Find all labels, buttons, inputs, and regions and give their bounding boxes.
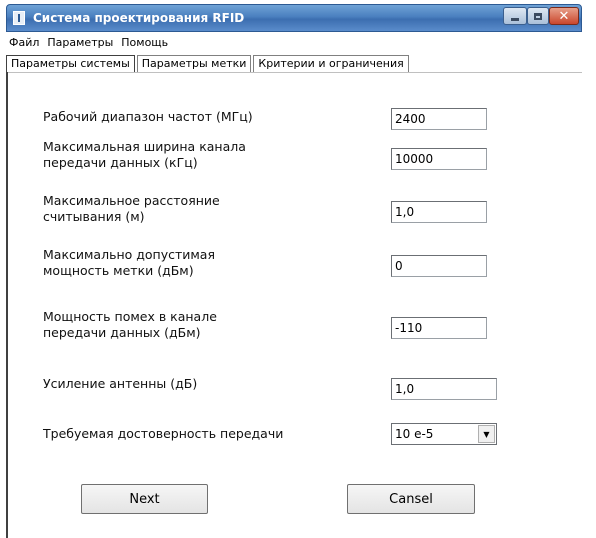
antenna-gain-input[interactable]: 1,0 [391, 378, 497, 400]
chevron-down-icon[interactable]: ▼ [478, 425, 495, 443]
tab-system-parameters[interactable]: Параметры системы [6, 55, 135, 72]
menu-help[interactable]: Помощь [120, 36, 169, 52]
panel-edge [6, 72, 8, 538]
tab-tag-parameters[interactable]: Параметры метки [136, 55, 252, 72]
transmission-reliability-value: 10 e-5 [395, 427, 434, 441]
label-noise-power: Мощность помех в канале передачи данных … [43, 309, 217, 340]
label-channel-bandwidth: Максимальная ширина канала передачи данн… [43, 139, 246, 170]
minimize-icon [511, 17, 519, 21]
read-distance-input[interactable]: 1,0 [391, 201, 487, 223]
maximize-button[interactable] [527, 7, 549, 25]
next-button[interactable]: Next [81, 484, 208, 514]
maximize-icon [534, 12, 542, 20]
title-bar[interactable]: Система проектирования RFID ✕ [6, 4, 582, 32]
close-button[interactable]: ✕ [549, 7, 579, 25]
noise-power-input[interactable]: -110 [391, 317, 487, 339]
transmission-reliability-select[interactable]: 10 e-5 ▼ [391, 423, 497, 445]
menu-bar: Файл Параметры Помощь [6, 36, 169, 52]
menu-file[interactable]: Файл [8, 36, 40, 52]
cancel-button[interactable]: Cansel [347, 484, 475, 514]
close-icon: ✕ [558, 8, 570, 24]
tab-divider [6, 72, 582, 73]
label-transmission-reliability: Требуемая достоверность передачи [43, 426, 284, 441]
frequency-range-input[interactable]: 2400 [391, 108, 487, 130]
label-antenna-gain: Усиление антенны (дБ) [43, 376, 198, 391]
label-frequency-range: Рабочий диапазон частот (МГц) [43, 109, 253, 124]
channel-bandwidth-input[interactable]: 10000 [391, 148, 487, 170]
tab-criteria-constraints[interactable]: Критерии и ограничения [253, 55, 409, 72]
tab-strip: Параметры системы Параметры метки Критер… [6, 55, 411, 73]
tag-power-input[interactable]: 0 [391, 255, 487, 277]
label-tag-power: Максимально допустимая мощность метки (д… [43, 247, 215, 278]
app-icon [13, 11, 25, 25]
minimize-button[interactable] [503, 7, 527, 25]
label-read-distance: Максимальное расстояние считывания (м) [43, 193, 220, 224]
menu-parameters[interactable]: Параметры [46, 36, 114, 52]
window-title: Система проектирования RFID [33, 11, 245, 25]
app-window: Система проектирования RFID ✕ Файл Парам… [6, 0, 582, 538]
